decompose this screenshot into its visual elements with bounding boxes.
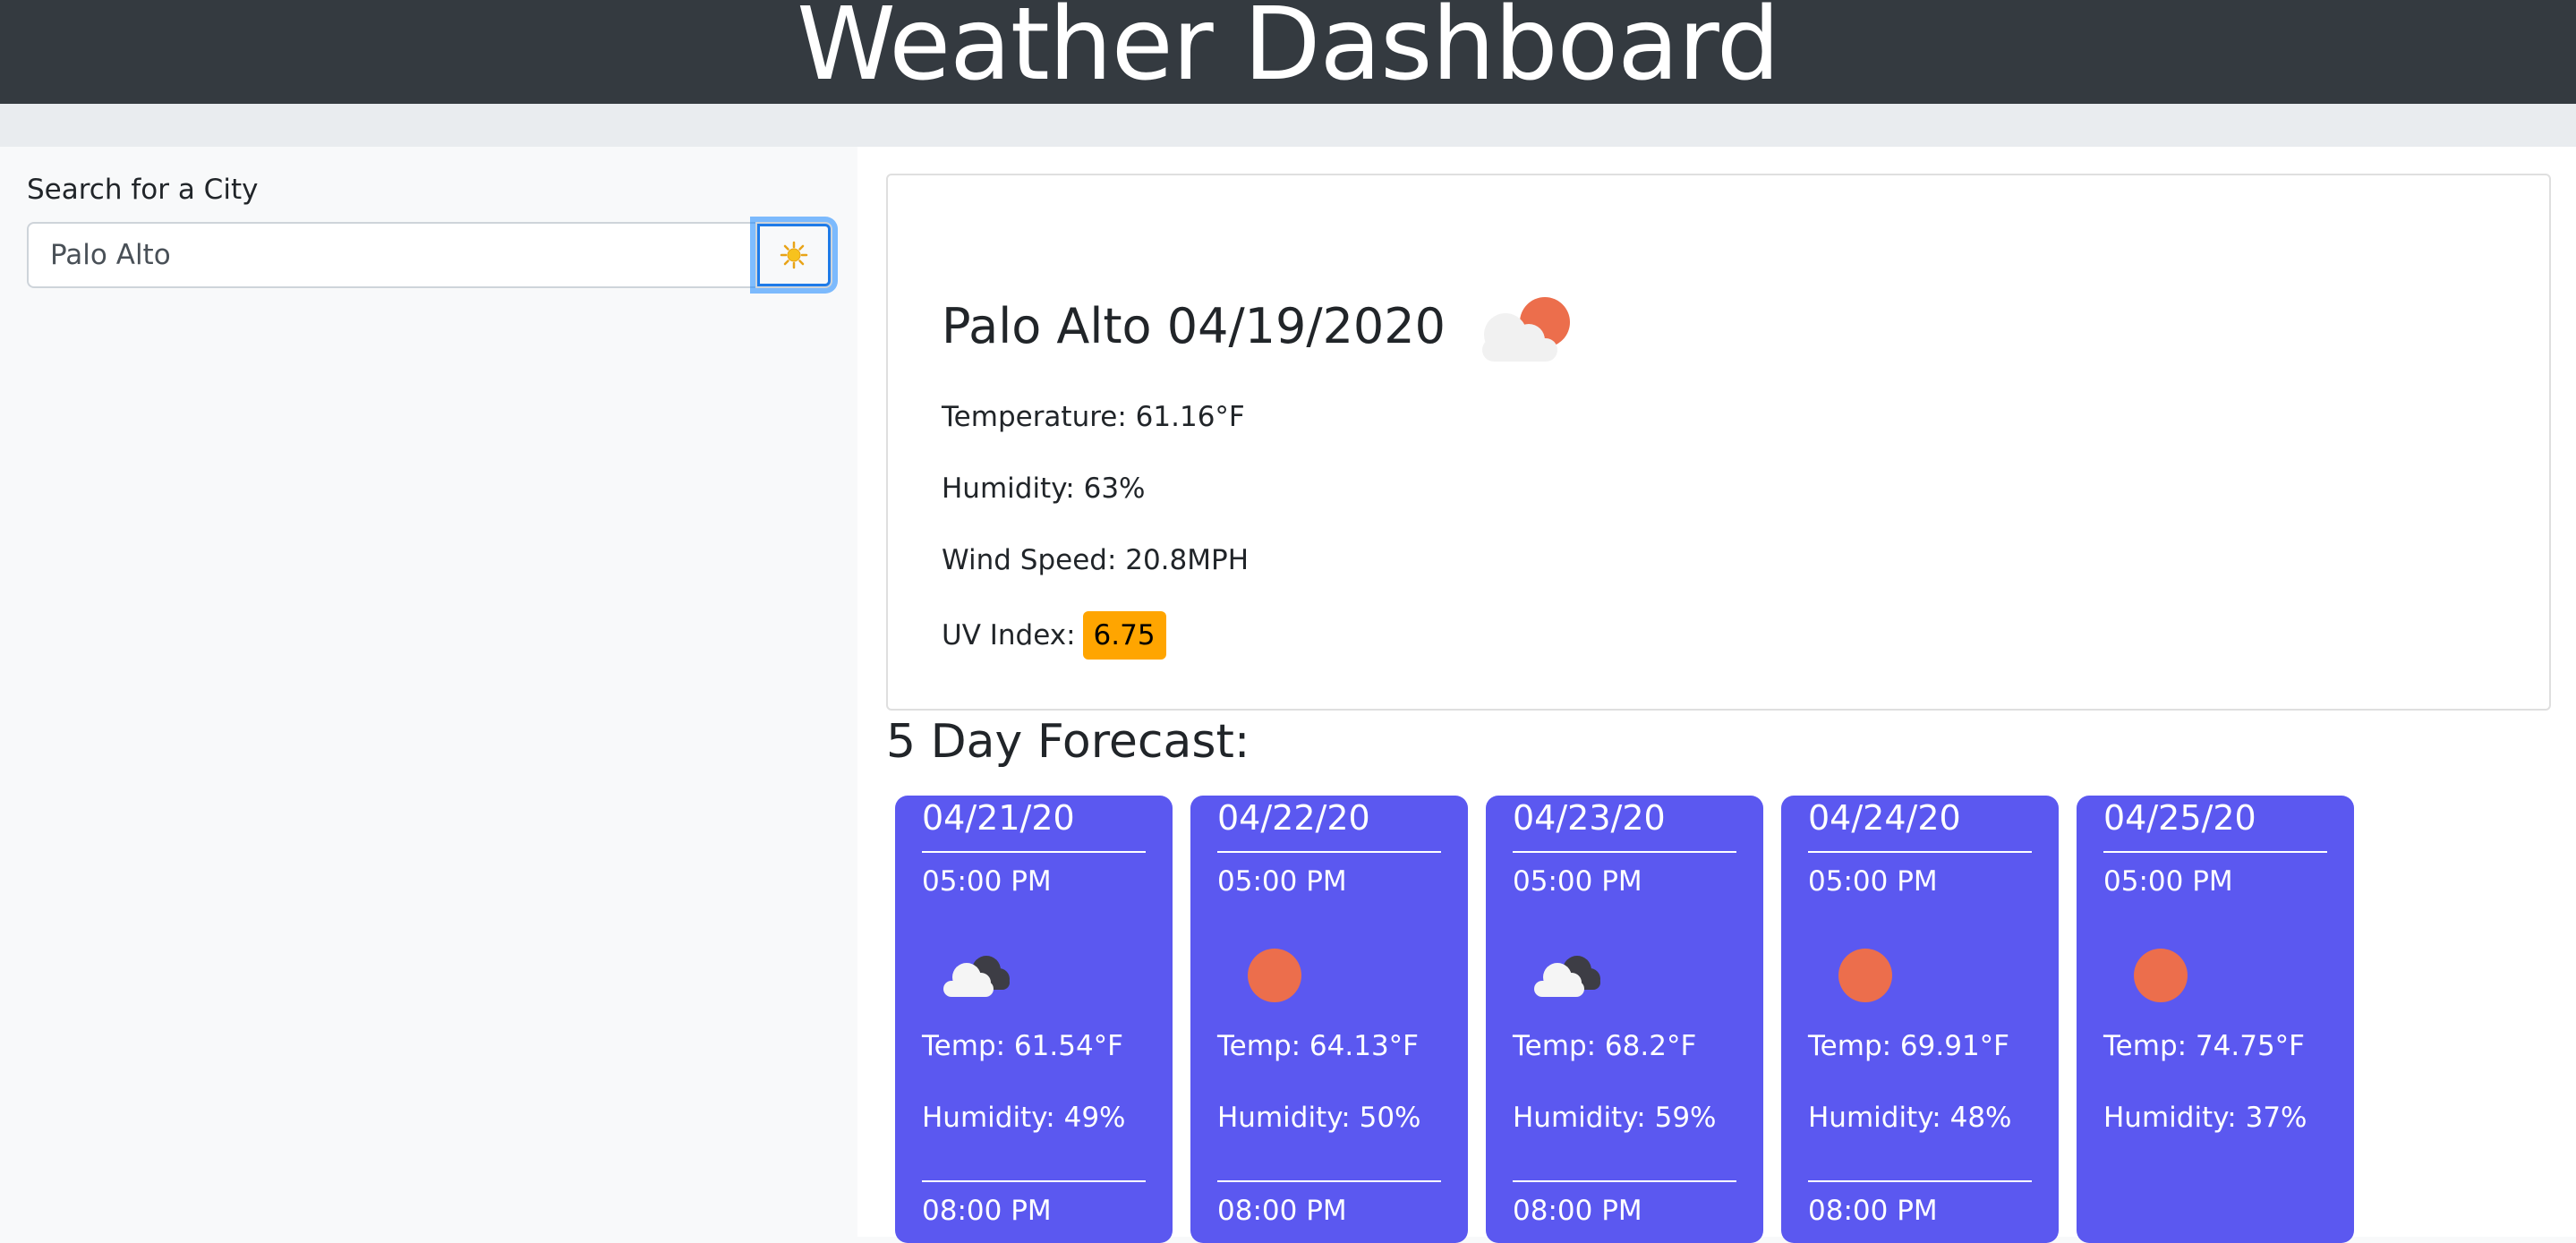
current-temperature: Temperature: 61.16°F bbox=[942, 401, 1245, 433]
forecast-date: 04/25/20 bbox=[2103, 798, 2256, 838]
sidebar: Search for a City bbox=[0, 147, 857, 1237]
forecast-temp: Temp: 64.13°F bbox=[1217, 1030, 1419, 1062]
current-weather-card: Palo Alto 04/19/2020 Temperature: 61.16°… bbox=[886, 174, 2551, 711]
forecast-next-time: 08:00 PM bbox=[1808, 1195, 1938, 1227]
forecast-divider bbox=[1513, 1180, 1736, 1182]
forecast-divider bbox=[922, 1180, 1146, 1182]
forecast-time: 05:00 PM bbox=[1217, 865, 1347, 898]
cloud-icon bbox=[943, 956, 1010, 997]
header-divider bbox=[0, 104, 2576, 147]
forecast-divider bbox=[1808, 1180, 2032, 1182]
forecast-divider bbox=[1513, 851, 1736, 853]
forecast-humidity: Humidity: 48% bbox=[1808, 1102, 2012, 1134]
forecast-temp: Temp: 74.75°F bbox=[2103, 1030, 2305, 1062]
current-wind-speed: Wind Speed: 20.8MPH bbox=[942, 544, 1250, 576]
page-title: Weather Dashboard bbox=[797, 0, 1780, 103]
forecast-date: 04/22/20 bbox=[1217, 798, 1370, 838]
forecast-title: 5 Day Forecast: bbox=[886, 715, 1250, 769]
sun-icon bbox=[2134, 949, 2188, 1002]
forecast-time: 05:00 PM bbox=[1513, 865, 1642, 898]
search-button[interactable] bbox=[755, 222, 832, 288]
forecast-card: 04/25/20 05:00 PM Temp: 74.75°F Humidity… bbox=[2077, 796, 2354, 1243]
forecast-date: 04/24/20 bbox=[1808, 798, 1961, 838]
forecast-divider bbox=[1808, 851, 2032, 853]
forecast-divider bbox=[2103, 851, 2327, 853]
forecast-humidity: Humidity: 49% bbox=[922, 1102, 1126, 1134]
forecast-time: 05:00 PM bbox=[2103, 865, 2233, 898]
forecast-humidity: Humidity: 37% bbox=[2103, 1102, 2307, 1134]
sun-icon bbox=[1248, 949, 1301, 1002]
partly-cloudy-icon bbox=[1482, 297, 1570, 362]
forecast-temp: Temp: 61.54°F bbox=[922, 1030, 1123, 1062]
forecast-card: 04/23/20 05:00 PM Temp: 68.2°F Humidity:… bbox=[1486, 796, 1763, 1243]
forecast-temp: Temp: 68.2°F bbox=[1513, 1030, 1697, 1062]
forecast-divider bbox=[922, 851, 1146, 853]
app-header: Weather Dashboard bbox=[0, 0, 2576, 104]
sun-icon bbox=[780, 241, 808, 269]
cloud-icon bbox=[1534, 956, 1600, 997]
city-date-title: Palo Alto 04/19/2020 bbox=[942, 298, 1446, 354]
search-label: Search for a City bbox=[27, 174, 259, 206]
uv-index-row: UV Index: 6.75 bbox=[942, 610, 1166, 660]
uv-index-badge: 6.75 bbox=[1082, 611, 1166, 660]
forecast-divider bbox=[1217, 851, 1441, 853]
forecast-divider bbox=[1217, 1180, 1441, 1182]
forecast-time: 05:00 PM bbox=[922, 865, 1052, 898]
current-humidity: Humidity: 63% bbox=[942, 473, 1146, 505]
sun-icon bbox=[1838, 949, 1892, 1002]
main-panel: Palo Alto 04/19/2020 Temperature: 61.16°… bbox=[857, 147, 2576, 1243]
uv-index-label: UV Index: bbox=[942, 619, 1076, 651]
search-input[interactable] bbox=[27, 222, 757, 288]
forecast-next-time: 08:00 PM bbox=[1513, 1195, 1642, 1227]
forecast-next-time: 08:00 PM bbox=[1217, 1195, 1347, 1227]
forecast-date: 04/21/20 bbox=[922, 798, 1075, 838]
forecast-card: 04/21/20 05:00 PM Temp: 61.54°F Humidity… bbox=[895, 796, 1173, 1243]
forecast-humidity: Humidity: 59% bbox=[1513, 1102, 1717, 1134]
forecast-card: 04/24/20 05:00 PM Temp: 69.91°F Humidity… bbox=[1781, 796, 2059, 1243]
forecast-humidity: Humidity: 50% bbox=[1217, 1102, 1421, 1134]
forecast-time: 05:00 PM bbox=[1808, 865, 1938, 898]
forecast-date: 04/23/20 bbox=[1513, 798, 1666, 838]
forecast-card: 04/22/20 05:00 PM Temp: 64.13°F Humidity… bbox=[1190, 796, 1468, 1243]
forecast-temp: Temp: 69.91°F bbox=[1808, 1030, 2009, 1062]
forecast-next-time: 08:00 PM bbox=[922, 1195, 1052, 1227]
